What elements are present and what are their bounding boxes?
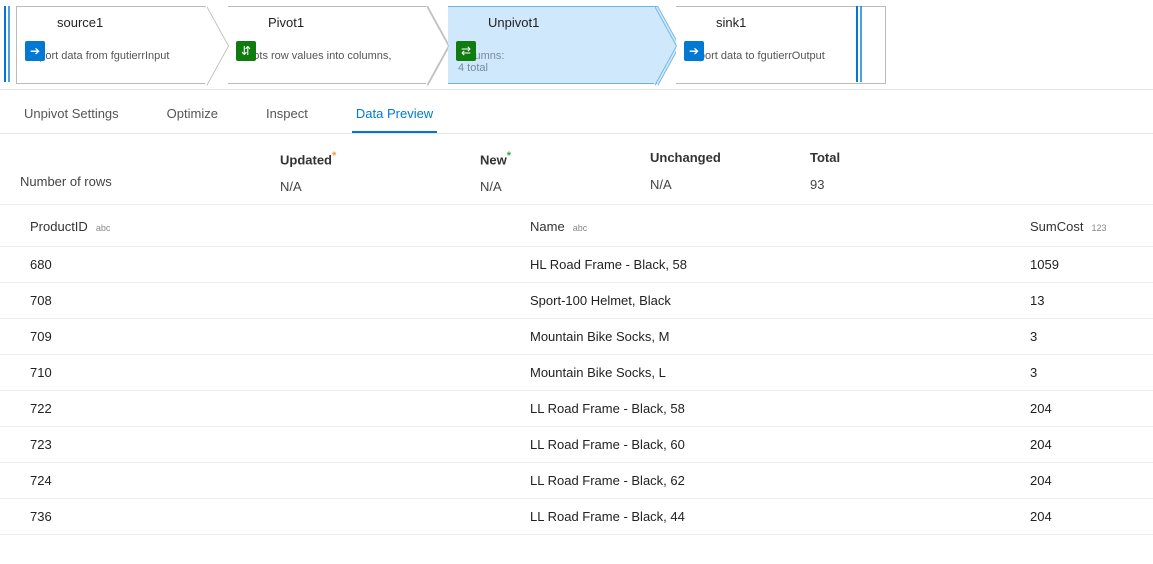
cell-name: Sport-100 Helmet, Black	[530, 293, 1030, 308]
data-grid: ProductIDabc Nameabc SumCost123 680HL Ro…	[0, 205, 1153, 545]
cell-name: Mountain Bike Socks, M	[530, 329, 1030, 344]
cell-productid: 680	[30, 257, 530, 272]
cell-name: LL Road Frame - Black, 62	[530, 473, 1030, 488]
flow-node-title: sink1	[676, 7, 885, 32]
stats-val-unchanged: N/A	[650, 171, 810, 192]
grid-body: 680HL Road Frame - Black, 581059708Sport…	[0, 247, 1153, 535]
flow-node-desc: Import data from fgutierrInput	[17, 32, 205, 62]
unpivot-icon: ⇄	[456, 41, 476, 61]
type-chip: abc	[573, 223, 588, 233]
stats-col-new: New*	[480, 150, 650, 167]
flow-node-unpivot[interactable]: Unpivot1 ⇄ Columns: 4 total	[448, 6, 658, 84]
cell-sumcost: 1059	[1030, 257, 1153, 272]
table-row[interactable]: 723LL Road Frame - Black, 60204	[0, 427, 1153, 463]
flow-node-title: Pivot1	[228, 7, 427, 32]
table-row[interactable]: 724LL Road Frame - Black, 62204	[0, 463, 1153, 499]
table-row[interactable]: 708Sport-100 Helmet, Black13	[0, 283, 1153, 319]
cell-sumcost: 204	[1030, 437, 1153, 452]
table-row[interactable]: 722LL Road Frame - Black, 58204	[0, 391, 1153, 427]
cell-sumcost: 13	[1030, 293, 1153, 308]
tabs: Unpivot Settings Optimize Inspect Data P…	[0, 90, 1153, 134]
cell-name: LL Road Frame - Black, 60	[530, 437, 1030, 452]
col-header-productid[interactable]: ProductIDabc	[30, 219, 530, 234]
tab-inspect[interactable]: Inspect	[262, 100, 312, 133]
cell-name: HL Road Frame - Black, 58	[530, 257, 1030, 272]
flow-graph: source1 ➔ Import data from fgutierrInput…	[0, 0, 1153, 90]
tab-optimize[interactable]: Optimize	[163, 100, 222, 133]
stats-val-new: N/A	[480, 173, 650, 194]
tab-unpivot-settings[interactable]: Unpivot Settings	[20, 100, 123, 133]
type-chip: abc	[96, 223, 111, 233]
table-row[interactable]: 709Mountain Bike Socks, M3	[0, 319, 1153, 355]
cell-sumcost: 204	[1030, 401, 1153, 416]
cell-productid: 722	[30, 401, 530, 416]
cell-productid: 710	[30, 365, 530, 380]
cell-productid: 708	[30, 293, 530, 308]
cell-name: LL Road Frame - Black, 44	[530, 509, 1030, 524]
updated-marker-icon: *	[332, 150, 336, 162]
table-row[interactable]: 736LL Road Frame - Black, 44204	[0, 499, 1153, 535]
flow-node-source[interactable]: source1 ➔ Import data from fgutierrInput	[16, 6, 206, 84]
cell-productid: 723	[30, 437, 530, 452]
flow-node-sink[interactable]: sink1 ➔ Export data to fgutierrOutput	[676, 6, 886, 84]
table-row[interactable]: 710Mountain Bike Socks, L3	[0, 355, 1153, 391]
cell-productid: 709	[30, 329, 530, 344]
flow-node-desc: Pivots row values into columns, groups c…	[228, 32, 427, 62]
stats-col-unchanged: Unchanged	[650, 150, 810, 165]
cell-name: Mountain Bike Socks, L	[530, 365, 1030, 380]
cell-name: LL Road Frame - Black, 58	[530, 401, 1030, 416]
flow-node-desc: Columns:	[448, 32, 657, 62]
cell-sumcost: 204	[1030, 473, 1153, 488]
pivot-icon: ⇵	[236, 41, 256, 61]
grid-header: ProductIDabc Nameabc SumCost123	[0, 205, 1153, 247]
sink-icon: ➔	[684, 41, 704, 61]
cell-sumcost: 3	[1030, 365, 1153, 380]
cell-sumcost: 3	[1030, 329, 1153, 344]
cell-productid: 736	[30, 509, 530, 524]
cell-sumcost: 204	[1030, 509, 1153, 524]
col-header-name[interactable]: Nameabc	[530, 219, 1030, 234]
flow-node-title: Unpivot1	[448, 7, 657, 32]
stats-val-updated: N/A	[280, 173, 480, 194]
col-header-sumcost[interactable]: SumCost123	[1030, 219, 1153, 234]
stats-col-total: Total	[810, 150, 970, 165]
flow-node-subdesc: 4 total	[448, 62, 657, 74]
flow-node-pivot[interactable]: Pivot1 ⇵ Pivots row values into columns,…	[228, 6, 428, 84]
table-row[interactable]: 680HL Road Frame - Black, 581059	[0, 247, 1153, 283]
flow-start-marker	[4, 6, 10, 82]
flow-end-marker	[856, 6, 862, 82]
flow-node-title: source1	[17, 7, 205, 32]
type-chip: 123	[1091, 223, 1106, 233]
source-icon: ➔	[25, 41, 45, 61]
flow-node-desc: Export data to fgutierrOutput	[676, 32, 885, 62]
stats-val-total: 93	[810, 171, 970, 192]
tab-data-preview[interactable]: Data Preview	[352, 100, 437, 133]
stats-col-updated: Updated*	[280, 150, 480, 167]
cell-productid: 724	[30, 473, 530, 488]
stats-panel: Number of rows Updated* N/A New* N/A Unc…	[0, 134, 1153, 205]
stats-row-label: Number of rows	[20, 150, 280, 189]
new-marker-icon: *	[507, 150, 511, 162]
